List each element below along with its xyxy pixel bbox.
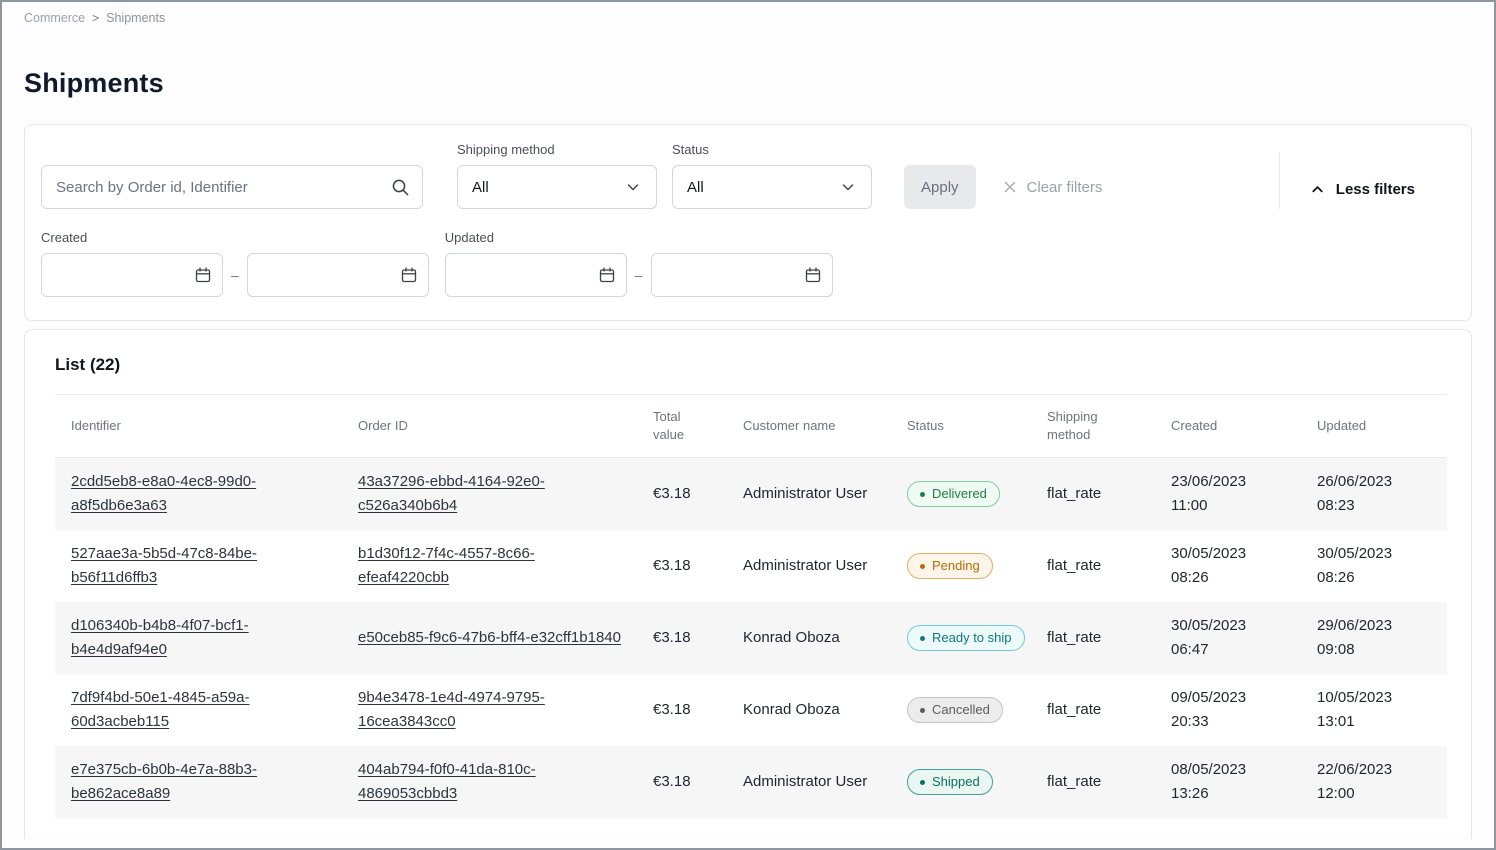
shipping-method-filter: Shipping method All — [457, 142, 657, 209]
less-filters-label: Less filters — [1336, 181, 1415, 198]
table-header-row: Identifier Order ID Total value Customer… — [55, 395, 1447, 458]
customer-name-cell: Administrator User — [727, 530, 891, 602]
column-header-status: Status — [891, 395, 1031, 458]
calendar-icon — [194, 266, 212, 284]
chevron-down-icon — [839, 178, 857, 196]
status-value: All — [687, 179, 704, 196]
table-row: 2cdd5eb8-e8a0-4ec8-99d0-a8f5db6e3a63 43a… — [55, 458, 1447, 531]
customer-name-cell: Konrad Oboza — [727, 674, 891, 746]
created-cell: 08/05/2023 13:26 — [1155, 746, 1301, 818]
updated-cell: 29/06/2023 09:08 — [1301, 602, 1447, 674]
column-header-shipping-method: Shipping method — [1031, 395, 1155, 458]
status-label: Status — [672, 142, 872, 157]
shipping-method-cell: flat_rate — [1031, 530, 1155, 602]
column-header-identifier: Identifier — [55, 395, 342, 458]
column-header-updated: Updated — [1301, 395, 1447, 458]
customer-name-cell: Administrator User — [727, 458, 891, 531]
status-badge: Cancelled — [907, 697, 1003, 723]
chevron-down-icon — [624, 178, 642, 196]
updated-cell: 26/06/2023 08:23 — [1301, 458, 1447, 531]
status-dot-icon — [920, 780, 925, 785]
status-dot-icon — [920, 708, 925, 713]
status-badge: Ready to ship — [907, 625, 1025, 651]
order-id-link[interactable]: b1d30f12-7f4c-4557-8c66-efeaf4220cbb — [358, 545, 535, 586]
shipments-list-panel: List (22) Identifier Order ID Total valu… — [24, 329, 1472, 839]
customer-name-cell: Administrator User — [727, 746, 891, 818]
status-badge: Delivered — [907, 481, 1000, 507]
status-dot-icon — [920, 492, 925, 497]
identifier-link[interactable]: 7df9f4bd-50e1-4845-a59a-60d3acbeb115 — [71, 689, 249, 730]
total-value-cell: €3.18 — [637, 602, 727, 674]
total-value-cell: €3.18 — [637, 530, 727, 602]
breadcrumb-shipments: Shipments — [106, 11, 165, 25]
total-value-cell: €3.18 — [637, 674, 727, 746]
column-header-created: Created — [1155, 395, 1301, 458]
created-date-filter: Created – — [41, 230, 429, 297]
clear-filters-label: Clear filters — [1027, 179, 1103, 196]
column-header-customer-name: Customer name — [727, 395, 891, 458]
apply-button[interactable]: Apply — [904, 165, 976, 209]
breadcrumb: Commerce > Shipments — [24, 2, 1472, 25]
updated-cell: 30/05/2023 08:26 — [1301, 530, 1447, 602]
order-id-link[interactable]: e50ceb85-f9c6-47b6-bff4-e32cff1b1840 — [358, 629, 621, 646]
updated-cell: 10/05/2023 13:01 — [1301, 674, 1447, 746]
date-range-separator: – — [231, 267, 239, 283]
calendar-icon — [400, 266, 418, 284]
clear-filters-button[interactable]: Clear filters — [1002, 165, 1103, 209]
customer-name-cell: Konrad Oboza — [727, 602, 891, 674]
total-value-cell: €3.18 — [637, 458, 727, 531]
order-id-link[interactable]: 404ab794-f0f0-41da-810c-4869053cbbd3 — [358, 761, 536, 802]
identifier-link[interactable]: d106340b-b4b8-4f07-bcf1-b4e4d9af94e0 — [71, 617, 249, 658]
updated-date-filter: Updated – — [445, 230, 833, 297]
table-row: 527aae3a-5b5d-47c8-84be-b56f11d6ffb3 b1d… — [55, 530, 1447, 602]
column-header-order-id: Order ID — [342, 395, 637, 458]
shipping-method-cell: flat_rate — [1031, 458, 1155, 531]
calendar-icon — [598, 266, 616, 284]
breadcrumb-commerce[interactable]: Commerce — [24, 11, 85, 25]
order-id-link[interactable]: 9b4e3478-1e4d-4974-9795-16cea3843cc0 — [358, 689, 545, 730]
updated-filter-label: Updated — [445, 230, 833, 245]
created-cell: 30/05/2023 06:47 — [1155, 602, 1301, 674]
created-filter-label: Created — [41, 230, 429, 245]
chevron-up-icon — [1309, 181, 1326, 198]
shipping-method-select[interactable]: All — [457, 165, 657, 209]
list-count-heading: List (22) — [25, 330, 1471, 394]
status-filter: Status All — [672, 142, 872, 209]
status-badge: Pending — [907, 553, 993, 579]
created-cell: 30/05/2023 08:26 — [1155, 530, 1301, 602]
status-badge: Shipped — [907, 769, 993, 795]
shipping-method-cell: flat_rate — [1031, 674, 1155, 746]
status-select[interactable]: All — [672, 165, 872, 209]
date-range-separator: – — [635, 267, 643, 283]
identifier-link[interactable]: e7e375cb-6b0b-4e7a-88b3-be862ace8a89 — [71, 761, 257, 802]
status-dot-icon — [920, 564, 925, 569]
shipments-table: Identifier Order ID Total value Customer… — [55, 394, 1447, 818]
search-field — [41, 165, 423, 209]
order-id-link[interactable]: 43a37296-ebbd-4164-92e0-c526a340b6b4 — [358, 473, 545, 514]
updated-cell: 22/06/2023 12:00 — [1301, 746, 1447, 818]
shipping-method-value: All — [472, 179, 489, 196]
close-icon — [1002, 179, 1018, 195]
filters-panel: Shipping method All Status All — [24, 124, 1472, 321]
shipping-method-label: Shipping method — [457, 142, 657, 157]
search-icon — [391, 178, 410, 197]
table-row: d106340b-b4b8-4f07-bcf1-b4e4d9af94e0 e50… — [55, 602, 1447, 674]
total-value-cell: €3.18 — [637, 746, 727, 818]
shipping-method-cell: flat_rate — [1031, 746, 1155, 818]
breadcrumb-separator: > — [92, 11, 99, 25]
table-row: e7e375cb-6b0b-4e7a-88b3-be862ace8a89 404… — [55, 746, 1447, 818]
shipments-page: Commerce > Shipments Shipments Shipping … — [0, 0, 1496, 850]
less-filters-toggle[interactable]: Less filters — [1280, 181, 1455, 209]
created-cell: 23/06/2023 11:00 — [1155, 458, 1301, 531]
calendar-icon — [804, 266, 822, 284]
column-header-total-value: Total value — [637, 395, 727, 458]
page-title: Shipments — [24, 68, 1472, 99]
shipping-method-cell: flat_rate — [1031, 602, 1155, 674]
search-input[interactable] — [41, 165, 423, 209]
identifier-link[interactable]: 2cdd5eb8-e8a0-4ec8-99d0-a8f5db6e3a63 — [71, 473, 256, 514]
identifier-link[interactable]: 527aae3a-5b5d-47c8-84be-b56f11d6ffb3 — [71, 545, 257, 586]
created-cell: 09/05/2023 20:33 — [1155, 674, 1301, 746]
status-dot-icon — [920, 636, 925, 641]
table-row: 7df9f4bd-50e1-4845-a59a-60d3acbeb115 9b4… — [55, 674, 1447, 746]
